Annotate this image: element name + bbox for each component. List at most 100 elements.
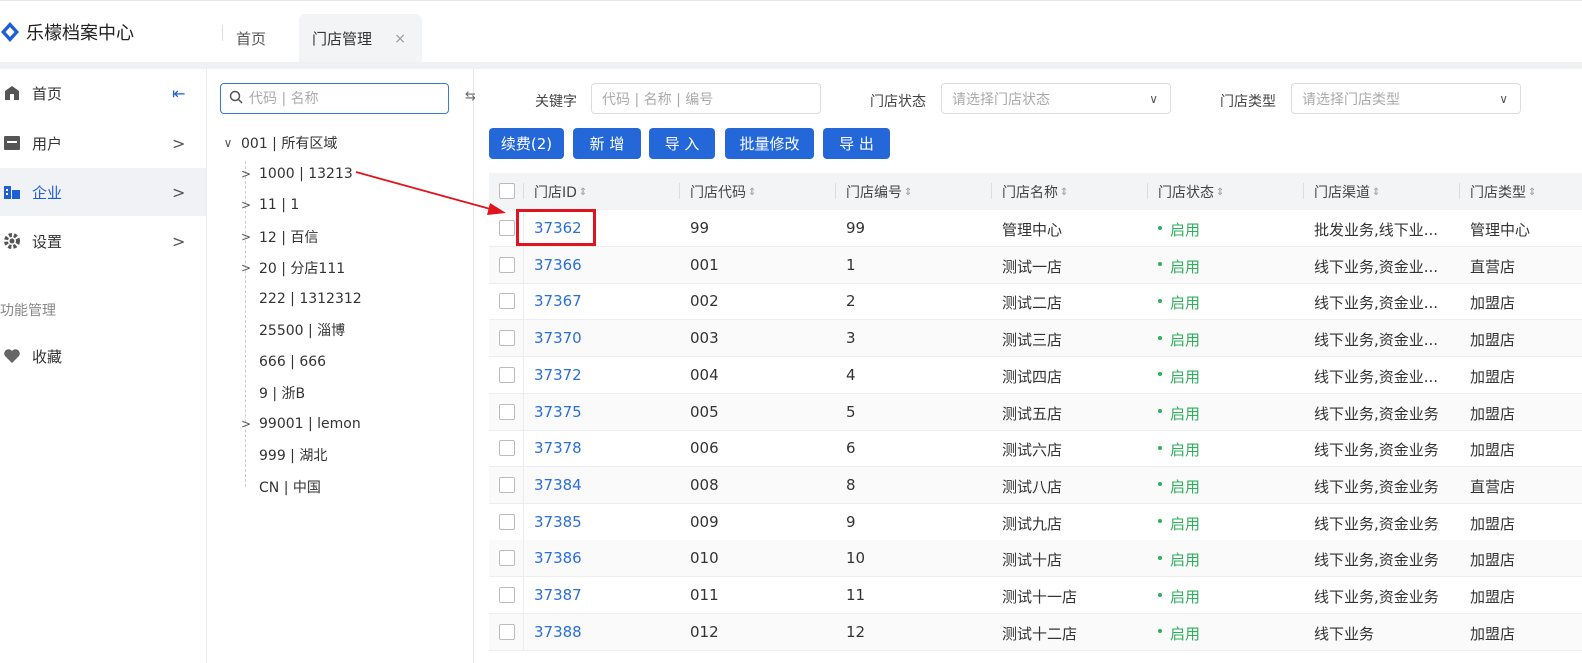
close-icon[interactable]: ×: [394, 31, 406, 47]
status-text: 启用: [1170, 624, 1201, 643]
table-row[interactable]: 37367 002 2 测试二店 启用 线下业务,资金业... 加盟店: [489, 283, 1582, 321]
table-row[interactable]: 37370 003 3 测试三店 启用 线下业务,资金业... 加盟店: [489, 320, 1582, 358]
chevron-right-icon[interactable]: >: [239, 417, 253, 431]
store-status-select[interactable]: 请选择门店状态 ∨: [941, 83, 1171, 114]
tree-node[interactable]: CN | 中国: [259, 475, 321, 499]
sort-icon[interactable]: ⇕: [904, 187, 912, 198]
tree-node[interactable]: 9 | 浙B: [259, 381, 305, 405]
cell-store-id[interactable]: 37375: [534, 403, 582, 421]
table-row[interactable]: 37388 012 12 测试十二店 启用 线下业务 加盟店: [489, 613, 1582, 651]
table-row[interactable]: 37362 99 99 管理中心 启用 批发业务,线下业... 管理中心: [489, 210, 1582, 247]
column-header-store-name[interactable]: 门店名称 ⇕: [1002, 182, 1068, 202]
sort-icon[interactable]: ⇕: [1372, 187, 1380, 198]
table-row[interactable]: 37386 010 10 测试十店 启用 线下业务,资金业务 加盟店: [489, 540, 1582, 578]
sidebar-item-home[interactable]: 首页 ⇤: [0, 69, 206, 117]
row-checkbox[interactable]: [499, 293, 515, 310]
sidebar-item-enterprise[interactable]: 企业 >: [0, 168, 206, 216]
chevron-right-icon[interactable]: >: [239, 167, 253, 181]
collapse-sidebar-icon[interactable]: ⇤: [172, 84, 185, 103]
sort-icon[interactable]: ⇕: [1060, 187, 1068, 198]
sort-icon[interactable]: ⇕: [1216, 187, 1224, 198]
cell-store-number: 8: [846, 475, 856, 494]
cell-store-id[interactable]: 37378: [534, 439, 582, 457]
cell-store-name: 测试五店: [1002, 404, 1063, 423]
tab-home[interactable]: 首页: [236, 14, 266, 63]
status-text: 启用: [1170, 477, 1201, 496]
import-button[interactable]: 导 入: [649, 128, 715, 159]
sort-icon[interactable]: ⇕: [579, 187, 587, 198]
add-button[interactable]: 新 增: [573, 128, 641, 159]
sort-icon[interactable]: ⇕: [1528, 187, 1536, 198]
cell-store-id[interactable]: 37372: [534, 366, 582, 384]
chevron-down-icon[interactable]: ∨: [221, 136, 235, 150]
column-header-store-id[interactable]: 门店ID ⇕: [534, 182, 587, 202]
enterprise-icon: [2, 182, 22, 202]
row-checkbox[interactable]: [499, 220, 515, 236]
cell-store-id[interactable]: 37387: [534, 586, 582, 604]
tree-node[interactable]: 999 | 湖北: [259, 443, 327, 467]
cell-store-number: 11: [846, 586, 866, 604]
column-header-store-code[interactable]: 门店代码 ⇕: [690, 182, 756, 202]
batch-edit-button[interactable]: 批量修改: [725, 128, 814, 159]
table-row[interactable]: 37378 006 6 测试六店 启用 线下业务,资金业务 加盟店: [489, 430, 1582, 468]
row-checkbox[interactable]: [499, 256, 515, 273]
cell-store-status: 启用: [1158, 586, 1200, 607]
tree-node[interactable]: > 12 | 百信: [239, 225, 318, 249]
tree-node-label: 999 | 湖北: [259, 448, 328, 464]
cell-store-id[interactable]: 37384: [534, 476, 582, 494]
column-header-store-type[interactable]: 门店类型 ⇕: [1470, 182, 1536, 202]
tree-node[interactable]: 666 | 666: [259, 350, 326, 374]
select-all-checkbox[interactable]: [499, 183, 515, 199]
tree-search-input[interactable]: [249, 90, 429, 107]
chevron-right-icon[interactable]: >: [239, 261, 253, 275]
column-header-store-status[interactable]: 门店状态 ⇕: [1158, 182, 1224, 202]
sidebar-item-favorites[interactable]: 收藏: [0, 332, 206, 380]
tree-node[interactable]: > 1000 | 13213: [239, 162, 353, 186]
column-header-store-number[interactable]: 门店编号 ⇕: [846, 182, 912, 202]
row-checkbox[interactable]: [499, 587, 515, 603]
cell-store-id[interactable]: 37367: [534, 292, 582, 310]
table-row[interactable]: 37372 004 4 测试四店 启用 线下业务,资金业... 加盟店: [489, 356, 1582, 394]
table-row[interactable]: 37384 008 8 测试八店 启用 线下业务,资金业务 直营店: [489, 466, 1582, 504]
cell-store-id[interactable]: 37385: [534, 513, 582, 531]
table-row[interactable]: 37375 005 5 测试五店 启用 线下业务,资金业务 加盟店: [489, 393, 1582, 431]
renew-button[interactable]: 续费(2): [489, 128, 564, 159]
row-checkbox[interactable]: [499, 623, 515, 640]
sort-icon[interactable]: ⇕: [748, 187, 756, 198]
cell-store-channel: 线下业务,资金业务: [1314, 588, 1439, 606]
row-checkbox[interactable]: [499, 440, 515, 457]
export-button[interactable]: 导 出: [823, 128, 890, 159]
tree-node[interactable]: > 99001 | lemon: [239, 412, 361, 436]
cell-store-name: 测试九店: [1002, 514, 1063, 533]
tree-node[interactable]: 222 | 1312312: [259, 287, 362, 311]
tab-store-management[interactable]: 门店管理 ×: [299, 14, 422, 63]
row-checkbox[interactable]: [499, 403, 515, 420]
chevron-down-icon: ∨: [1149, 91, 1158, 106]
tree-node[interactable]: 25500 | 淄博: [259, 318, 345, 342]
row-checkbox[interactable]: [499, 366, 515, 383]
cell-store-id[interactable]: 37388: [534, 623, 582, 641]
row-checkbox[interactable]: [499, 513, 515, 530]
column-divider: [835, 183, 836, 199]
tree-node[interactable]: > 20 | 分店111: [239, 256, 345, 280]
tree-node[interactable]: ∨ 001 | 所有区域: [221, 131, 338, 155]
column-header-store-channel[interactable]: 门店渠道 ⇕: [1314, 182, 1380, 202]
row-checkbox[interactable]: [499, 330, 515, 347]
cell-store-type: 加盟店: [1470, 624, 1516, 643]
cell-store-id[interactable]: 37366: [534, 256, 582, 274]
row-checkbox[interactable]: [499, 476, 515, 493]
chevron-right-icon[interactable]: >: [239, 198, 253, 212]
store-type-select[interactable]: 请选择门店类型 ∨: [1291, 83, 1521, 114]
tree-search-box[interactable]: [220, 83, 449, 114]
sidebar-item-users[interactable]: 用户 >: [0, 119, 206, 167]
row-checkbox[interactable]: [499, 550, 515, 567]
keyword-input[interactable]: 代码 | 名称 | 编号: [591, 83, 821, 114]
cell-store-id[interactable]: 37386: [534, 549, 582, 567]
sidebar-item-settings[interactable]: 设置 >: [0, 217, 206, 265]
cell-store-id[interactable]: 37370: [534, 329, 582, 347]
table-row[interactable]: 37387 011 11 测试十一店 启用 线下业务,资金业务 加盟店: [489, 577, 1582, 614]
table-row[interactable]: 37366 001 1 测试一店 启用 线下业务,资金业... 直营店: [489, 246, 1582, 284]
chevron-right-icon[interactable]: >: [239, 230, 253, 244]
table-row[interactable]: 37385 009 9 测试九店 启用 线下业务,资金业务 加盟店: [489, 503, 1582, 541]
tree-node[interactable]: > 11 | 1: [239, 193, 299, 217]
